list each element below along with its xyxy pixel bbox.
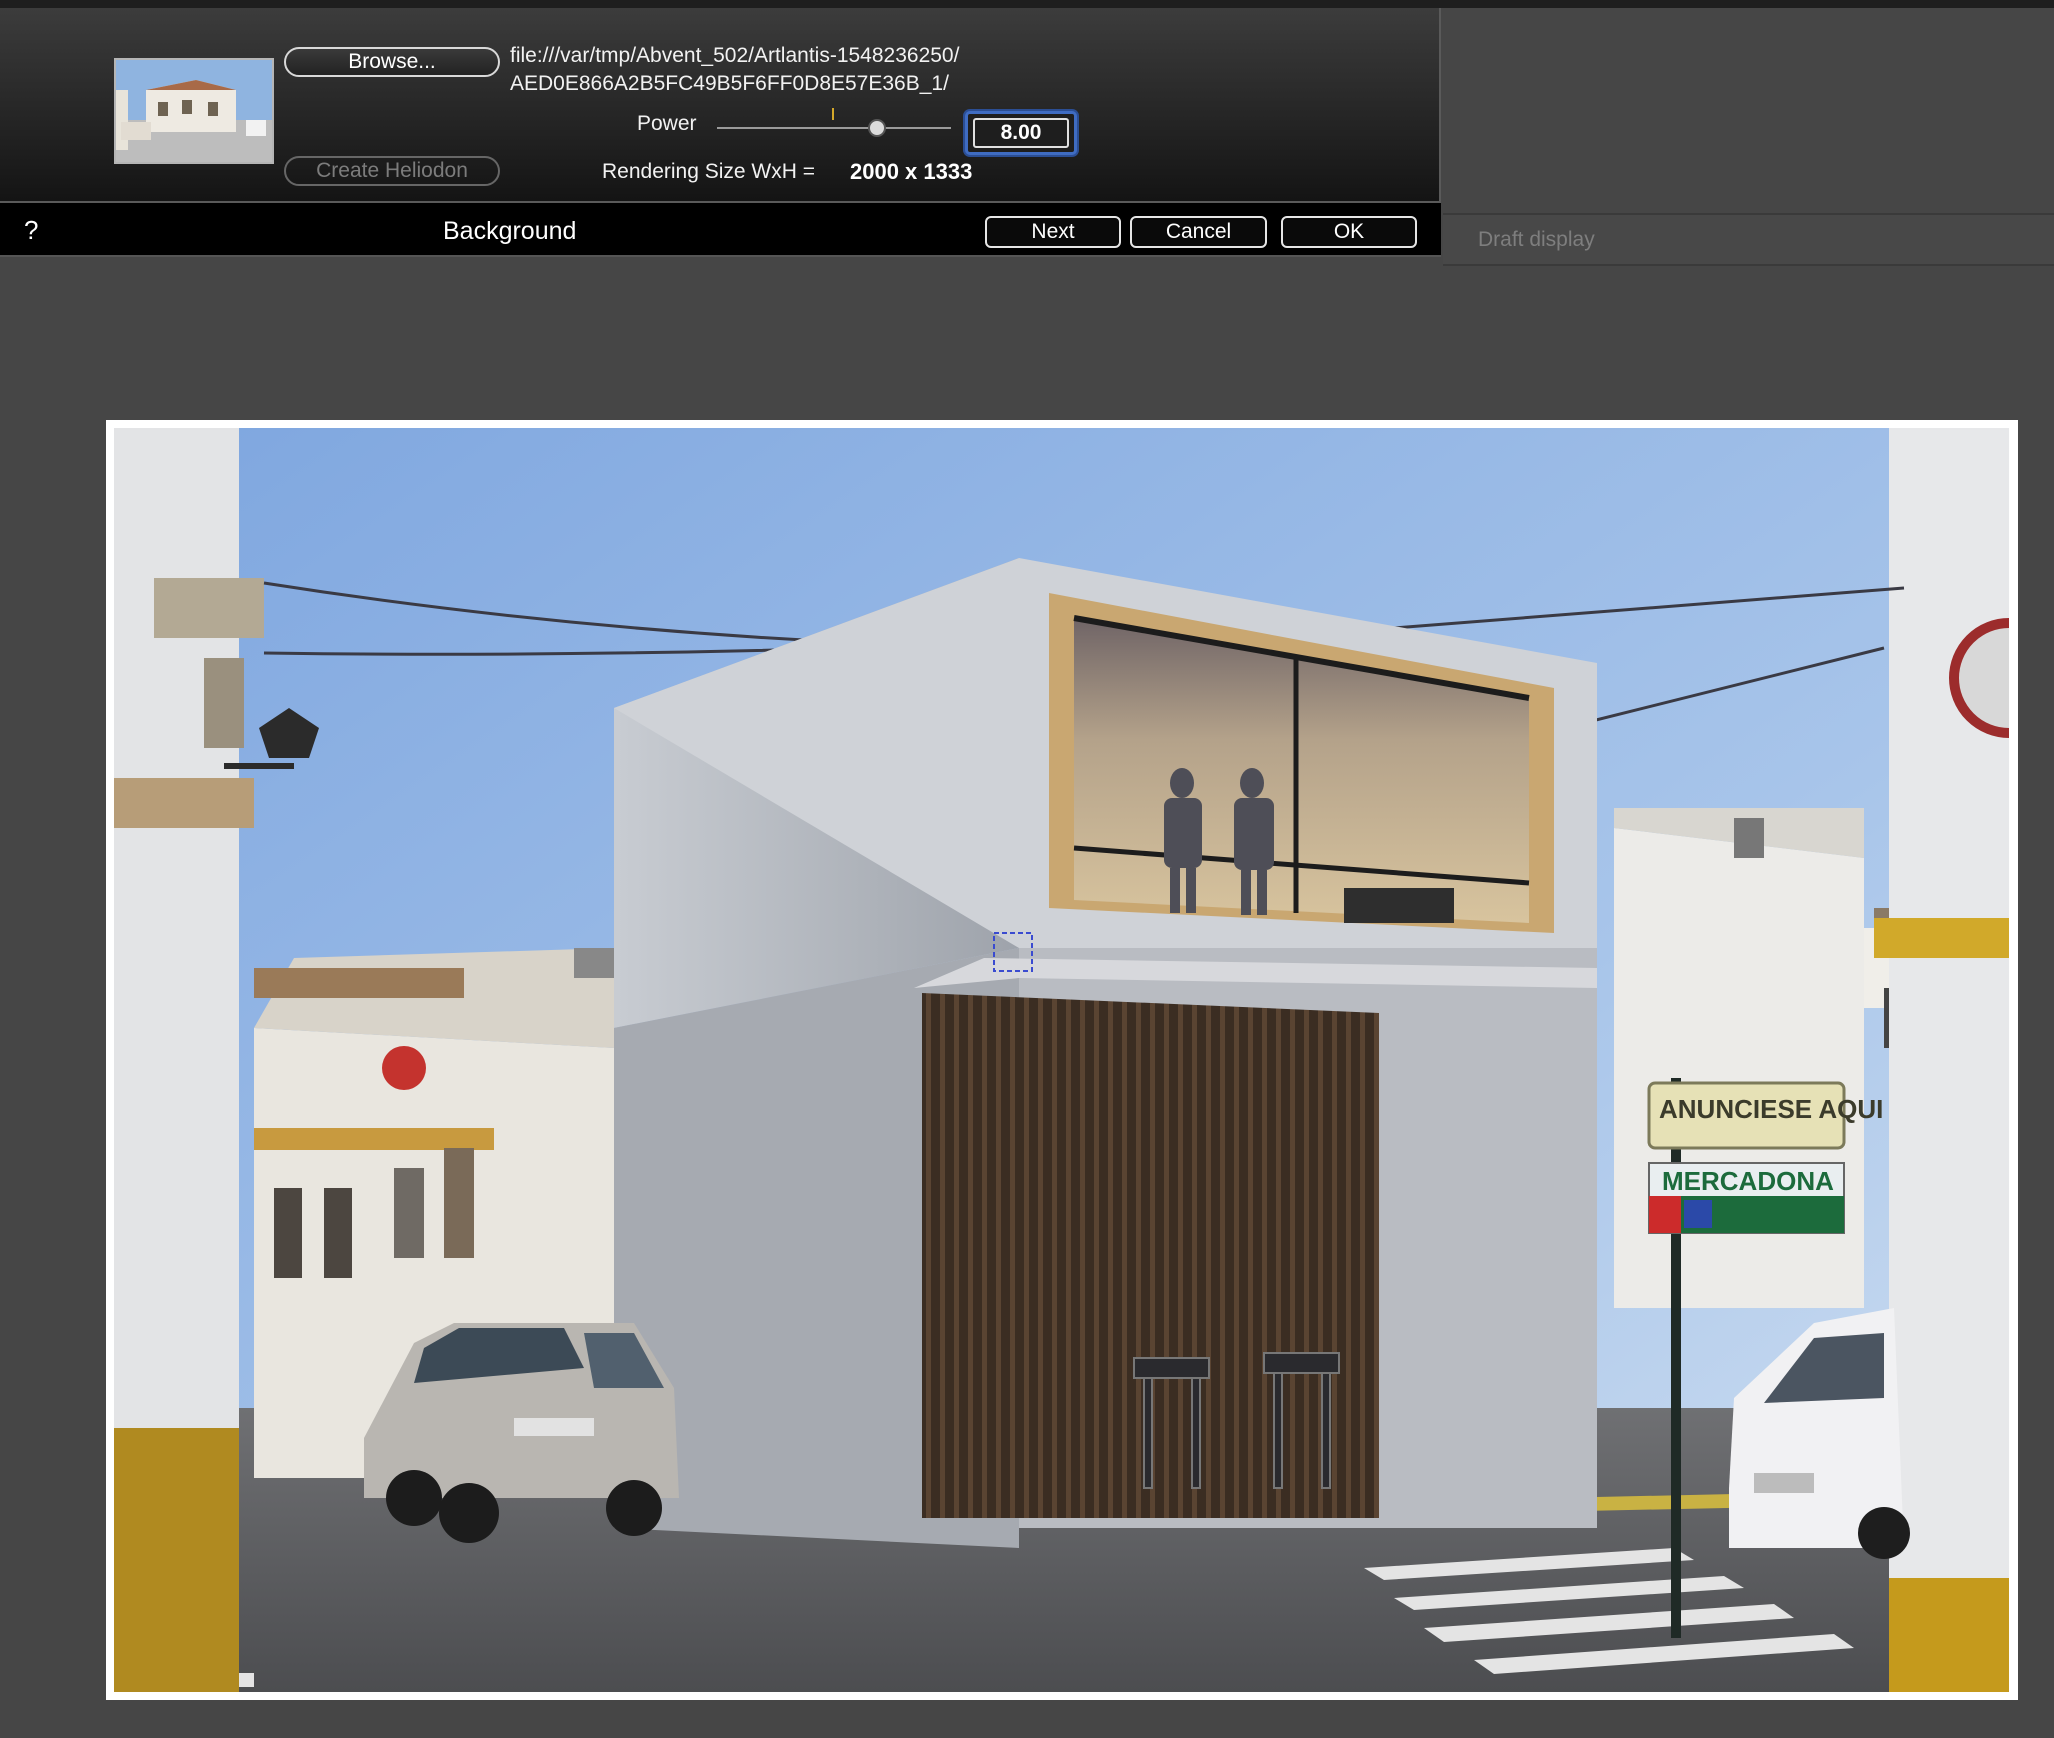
- background-dialog-panel: Browse... Create Heliodon file:///var/tm…: [0, 8, 1441, 203]
- help-button[interactable]: ?: [24, 215, 38, 246]
- file-path-line-2: AED0E866A2B5FC49B5F6FF0D8E57E36B_1/: [510, 72, 949, 95]
- rendering-size-label: Rendering Size WxH =: [602, 160, 816, 183]
- draft-display-bar: Draft display: [1443, 213, 2054, 266]
- right-side-panel: [1443, 8, 2054, 213]
- dialog-button-bar: ? Background Next Cancel OK: [0, 203, 1441, 257]
- window-top-strip: [0, 0, 2054, 8]
- power-slider-knob[interactable]: [868, 119, 886, 137]
- file-path-line-1: file:///var/tmp/Abvent_502/Artlantis-154…: [510, 44, 960, 67]
- thumbnail-image: [116, 60, 272, 162]
- power-slider-track: [717, 127, 951, 129]
- render-preview-image[interactable]: ANUNCIESE AQUI MERCADONA: [114, 428, 2009, 1692]
- sign-text-2: MERCADONA: [1662, 1166, 1834, 1196]
- dialog-title: Background: [443, 217, 577, 245]
- preview-frame: ANUNCIESE AQUI MERCADONA: [106, 420, 2018, 1700]
- ok-button[interactable]: OK: [1281, 216, 1417, 248]
- cancel-button[interactable]: Cancel: [1130, 216, 1267, 248]
- power-label: Power: [637, 112, 697, 135]
- power-slider[interactable]: [717, 118, 951, 138]
- rendering-size-value: 2000 x 1333: [850, 159, 973, 184]
- power-value[interactable]: 8.00: [973, 118, 1069, 148]
- browse-button[interactable]: Browse...: [284, 47, 500, 77]
- next-button[interactable]: Next: [985, 216, 1121, 248]
- sign-text-1: ANUNCIESE AQUI: [1659, 1094, 1883, 1124]
- background-thumbnail[interactable]: [114, 58, 274, 164]
- modern-cube-building: [614, 558, 1597, 1548]
- create-heliodon-button[interactable]: Create Heliodon: [284, 156, 500, 186]
- draft-display-label[interactable]: Draft display: [1478, 228, 1595, 252]
- power-value-field[interactable]: 8.00: [965, 111, 1077, 155]
